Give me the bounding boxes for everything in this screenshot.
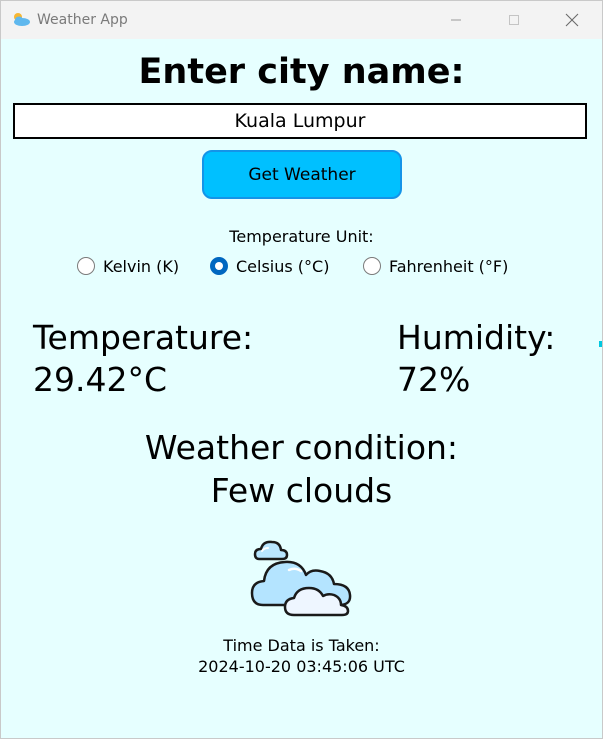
minimize-icon bbox=[451, 19, 461, 21]
weather-condition-label: Weather condition: bbox=[144, 428, 459, 467]
weather-condition-value: Few clouds bbox=[210, 471, 393, 510]
radio-celsius-button[interactable] bbox=[210, 257, 228, 275]
radio-kelvin-button[interactable] bbox=[77, 257, 95, 275]
humidity-value: 72% bbox=[397, 360, 471, 399]
weather-app-icon bbox=[14, 13, 30, 26]
get-weather-button[interactable]: Get Weather bbox=[202, 150, 402, 199]
radio-celsius[interactable]: Celsius (°C) bbox=[210, 255, 329, 277]
time-taken-label: Time Data is Taken: bbox=[223, 636, 380, 655]
time-taken-value: 2024-10-20 03:45:06 UTC bbox=[198, 657, 405, 676]
title-bar[interactable]: Weather App bbox=[1, 1, 602, 39]
radio-fahrenheit-label: Fahrenheit (°F) bbox=[389, 256, 509, 276]
few-clouds-icon bbox=[250, 540, 352, 617]
close-icon bbox=[565, 13, 579, 27]
city-heading: Enter city name: bbox=[138, 52, 465, 92]
humidity-label: Humidity: bbox=[397, 318, 556, 357]
temperature-label: Temperature: bbox=[33, 318, 254, 357]
radio-kelvin-label: Kelvin (K) bbox=[103, 256, 180, 276]
window-title: Weather App bbox=[37, 12, 128, 28]
temperature-unit-label: Temperature Unit: bbox=[229, 227, 374, 246]
maximize-button[interactable] bbox=[485, 1, 543, 39]
maximize-icon bbox=[509, 15, 519, 25]
minimize-button[interactable] bbox=[427, 1, 485, 39]
window-edge-marker bbox=[599, 341, 602, 347]
radio-fahrenheit[interactable]: Fahrenheit (°F) bbox=[363, 255, 508, 277]
city-input[interactable] bbox=[13, 103, 587, 139]
close-button[interactable] bbox=[543, 1, 601, 39]
radio-kelvin[interactable]: Kelvin (K) bbox=[77, 255, 179, 277]
temperature-value: 29.42°C bbox=[33, 360, 168, 399]
radio-fahrenheit-button[interactable] bbox=[363, 257, 381, 275]
weather-app-window: Weather App Enter city name: Get Weather… bbox=[0, 0, 603, 739]
radio-celsius-label: Celsius (°C) bbox=[236, 256, 330, 276]
